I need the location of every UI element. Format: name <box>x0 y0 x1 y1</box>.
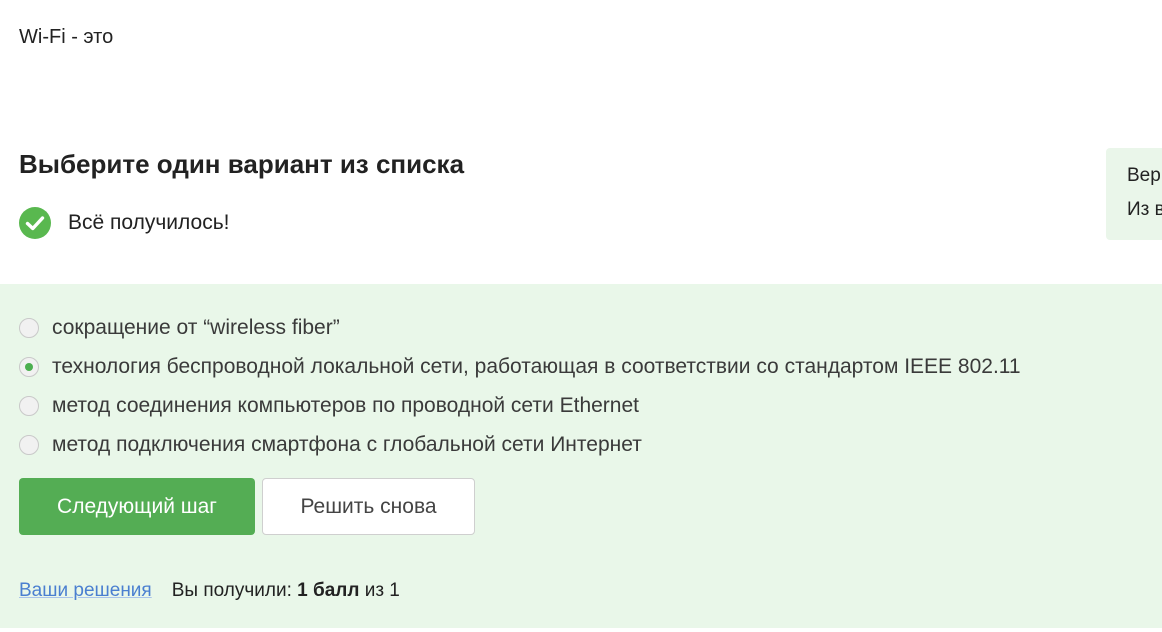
options-list: сокращение от “wireless fiber” технологи… <box>19 308 1021 464</box>
task-heading: Выберите один вариант из списка <box>19 149 465 179</box>
option-label: метод соединения компьютеров по проводно… <box>52 393 639 417</box>
score-text: Вы получили: 1 балл из 1 <box>172 580 400 602</box>
next-step-button[interactable]: Следующий шаг <box>19 478 255 535</box>
radio-button[interactable] <box>19 317 39 338</box>
side-hint-panel: Вер Из в <box>1106 148 1162 240</box>
score-prefix: Вы получили: <box>171 580 292 601</box>
score-footer: Ваши решения Вы получили: 1 балл из 1 <box>19 580 400 602</box>
score-suffix: из 1 <box>364 580 400 601</box>
option-item[interactable]: сокращение от “wireless fiber” <box>19 308 1021 347</box>
solve-again-button[interactable]: Решить снова <box>262 478 475 535</box>
option-item[interactable]: технология беспроводной локальной сети, … <box>19 347 1021 386</box>
option-label: технология беспроводной локальной сети, … <box>52 354 1021 378</box>
answer-area: сокращение от “wireless fiber” технологи… <box>0 284 1162 628</box>
question-text: Wi-Fi - это <box>19 26 114 48</box>
side-hint-line-1: Вер <box>1127 165 1161 186</box>
result-status: Всё получилось! <box>19 207 229 239</box>
radio-button[interactable] <box>19 356 39 377</box>
your-solutions-link[interactable]: Ваши решения <box>19 580 152 602</box>
score-value: 1 балл <box>297 580 360 601</box>
option-label: метод подключения смартфона с глобальной… <box>52 432 642 456</box>
radio-button[interactable] <box>19 434 39 455</box>
option-item[interactable]: метод соединения компьютеров по проводно… <box>19 386 1021 425</box>
result-text: Всё получилось! <box>68 211 230 234</box>
radio-selected-dot <box>25 362 33 371</box>
option-label: сокращение от “wireless fiber” <box>52 315 340 339</box>
radio-button[interactable] <box>19 395 39 416</box>
option-item[interactable]: метод подключения смартфона с глобальной… <box>19 425 1021 464</box>
side-hint-line-2: Из в <box>1127 199 1162 220</box>
check-circle-icon <box>19 207 51 239</box>
quiz-page: Wi-Fi - это Выберите один вариант из спи… <box>0 0 1162 632</box>
